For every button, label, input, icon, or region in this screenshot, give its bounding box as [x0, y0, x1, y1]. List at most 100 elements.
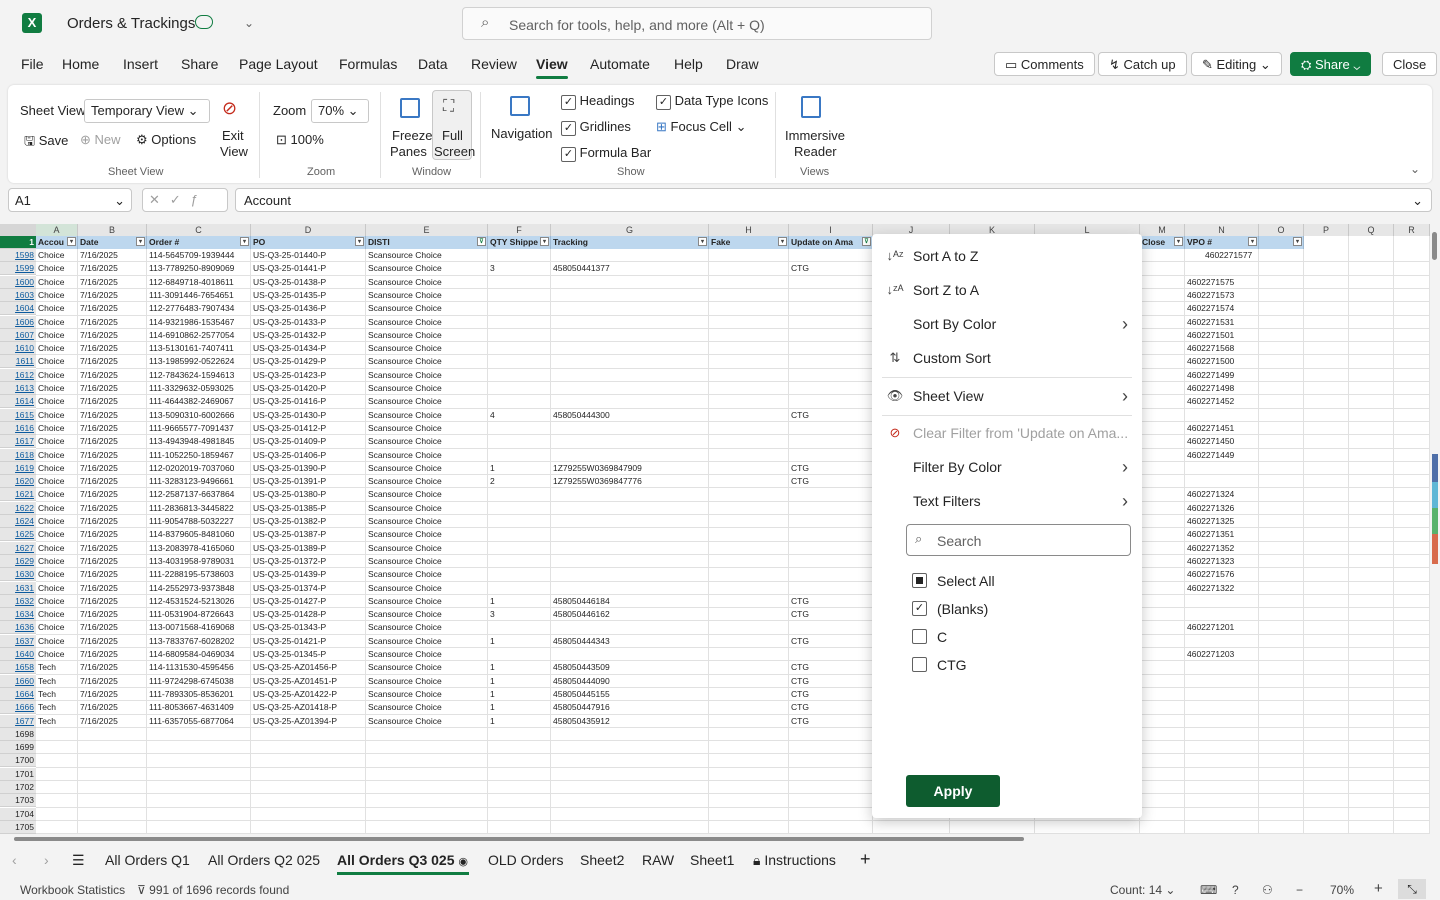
zoom-dropdown[interactable]: 70% ⌄: [311, 99, 369, 123]
row-header[interactable]: 1607: [0, 328, 36, 342]
cell-b[interactable]: 7/16/2025: [78, 276, 147, 289]
cell-a[interactable]: Choice: [36, 582, 78, 595]
cell-a[interactable]: Choice: [36, 342, 78, 355]
cell-b[interactable]: 7/16/2025: [78, 528, 147, 541]
cell-e[interactable]: Scansource Choice: [366, 608, 488, 621]
cell-n[interactable]: 4602271577: [1203, 249, 1277, 262]
cell-b[interactable]: 7/16/2025: [78, 462, 147, 475]
cell-c[interactable]: 113-5090310-6002666: [147, 409, 251, 422]
cell-n[interactable]: 4602271322: [1185, 582, 1259, 595]
column-header-o[interactable]: O: [1259, 224, 1304, 236]
freeze-panes-button[interactable]: Freeze: [392, 128, 432, 143]
cell-f[interactable]: 1: [488, 675, 551, 688]
tab-sheet2[interactable]: Sheet2: [580, 852, 624, 868]
cell-d[interactable]: US-Q3-25-01420-P: [251, 382, 366, 395]
row-header[interactable]: 1598: [0, 249, 36, 262]
row-header[interactable]: 1624: [0, 515, 36, 528]
custom-sort-item[interactable]: ⇅ Custom Sort: [872, 342, 1142, 374]
cell-n[interactable]: 4602271452: [1185, 395, 1259, 408]
cell-e[interactable]: Scansource Choice: [366, 635, 488, 648]
filter-dropdown-icon[interactable]: ▾: [355, 237, 364, 246]
cell-d[interactable]: US-Q3-25-01432-P: [251, 329, 366, 342]
cell-b[interactable]: 7/16/2025: [78, 568, 147, 581]
cell-b[interactable]: 7/16/2025: [78, 449, 147, 462]
cell-i[interactable]: CTG: [789, 688, 873, 701]
cell-b[interactable]: 7/16/2025: [78, 355, 147, 368]
editing-button[interactable]: ✎ Editing ⌄: [1191, 52, 1282, 76]
cell-c[interactable]: 112-2587137-6637864: [147, 488, 251, 501]
cell-i[interactable]: CTG: [789, 475, 873, 488]
cell-c[interactable]: 112-2776483-7907434: [147, 302, 251, 315]
cell-b[interactable]: 7/16/2025: [78, 342, 147, 355]
column-header-n[interactable]: N: [1185, 224, 1259, 236]
immersive-reader-button[interactable]: Immersive: [785, 128, 845, 143]
filter-dropdown-icon[interactable]: ▾: [698, 237, 707, 246]
apply-button[interactable]: Apply: [906, 775, 1000, 807]
options-button[interactable]: ⚙ Options: [136, 132, 196, 148]
cell-e[interactable]: Scansource Choice: [366, 621, 488, 634]
cell-d[interactable]: US-Q3-25-AZ01451-P: [251, 675, 366, 688]
cell-d[interactable]: US-Q3-25-01382-P: [251, 515, 366, 528]
cell-d[interactable]: US-Q3-25-AZ01422-P: [251, 688, 366, 701]
row-header[interactable]: 1617: [0, 435, 36, 449]
cell-c[interactable]: 114-1131530-4595456: [147, 661, 251, 674]
filter-dropdown-icon[interactable]: ▾: [1248, 237, 1257, 246]
cell-a[interactable]: Choice: [36, 502, 78, 515]
cell-a[interactable]: Choice: [36, 302, 78, 315]
cell-a[interactable]: Choice: [36, 515, 78, 528]
cell-a[interactable]: Choice: [36, 289, 78, 302]
header-cell-a[interactable]: Accou ▾: [36, 236, 78, 249]
cell-d[interactable]: US-Q3-25-AZ01418-P: [251, 701, 366, 714]
menu-file[interactable]: File: [21, 56, 44, 72]
cell-c[interactable]: 112-4531524-5213026: [147, 595, 251, 608]
cell-g[interactable]: 458050447916: [551, 701, 709, 714]
cell-c[interactable]: 114-5645709-1939444: [147, 249, 251, 262]
cell-c[interactable]: 112-7843624-1594613: [147, 369, 251, 382]
cell-f[interactable]: 1: [488, 661, 551, 674]
menu-home[interactable]: Home: [62, 56, 99, 72]
cell-b[interactable]: 7/16/2025: [78, 555, 147, 568]
cell-e[interactable]: Scansource Choice: [366, 661, 488, 674]
cell-c[interactable]: 112-0202019-7037060: [147, 462, 251, 475]
cell-g[interactable]: 458050443509: [551, 661, 709, 674]
zoom-in-icon[interactable]: +: [1374, 880, 1383, 897]
cell-a[interactable]: Choice: [36, 621, 78, 634]
zoom-out-icon[interactable]: −: [1296, 883, 1303, 897]
header-cell-e[interactable]: DISTI ⊽: [366, 236, 488, 249]
help-icon[interactable]: ?: [1232, 883, 1239, 897]
cell-b[interactable]: 7/16/2025: [78, 329, 147, 342]
header-cell-i[interactable]: Update on Ama ⊽: [789, 236, 873, 249]
cell-c[interactable]: 111-9665577-7091437: [147, 422, 251, 435]
cell-c[interactable]: 113-2083978-4165060: [147, 542, 251, 555]
column-header-g[interactable]: G: [551, 224, 709, 236]
document-title[interactable]: Orders & Trackings: [67, 15, 195, 32]
header-cell-o[interactable]: ▾: [1259, 236, 1304, 249]
column-header-q[interactable]: Q: [1349, 224, 1394, 236]
cell-i[interactable]: CTG: [789, 595, 873, 608]
cell-a[interactable]: Choice: [36, 435, 78, 448]
cell-c[interactable]: 111-3329632-0593025: [147, 382, 251, 395]
row-header[interactable]: 1704: [0, 807, 36, 821]
column-header-c[interactable]: C: [147, 224, 251, 236]
row-header[interactable]: 1616: [0, 421, 36, 435]
cell-f[interactable]: 2: [488, 475, 551, 488]
cell-f[interactable]: 3: [488, 608, 551, 621]
row-header[interactable]: 1611: [0, 355, 36, 369]
menu-share[interactable]: Share: [181, 56, 218, 72]
cell-b[interactable]: 7/16/2025: [78, 648, 147, 661]
row-header[interactable]: 1603: [0, 288, 36, 302]
cell-i[interactable]: CTG: [789, 715, 873, 728]
cell-b[interactable]: 7/16/2025: [78, 715, 147, 728]
cell-d[interactable]: US-Q3-25-01438-P: [251, 276, 366, 289]
cell-i[interactable]: CTG: [789, 635, 873, 648]
row-header[interactable]: 1699: [0, 741, 36, 755]
row-header[interactable]: 1613: [0, 382, 36, 395]
cell-b[interactable]: 7/16/2025: [78, 595, 147, 608]
zoom-100-button[interactable]: ⊡ 100%: [276, 132, 324, 148]
row-header[interactable]: 1701: [0, 767, 36, 781]
clear-filter-item[interactable]: ⊘ Clear Filter from 'Update on Ama...: [872, 417, 1142, 449]
cell-b[interactable]: 7/16/2025: [78, 608, 147, 621]
cell-b[interactable]: 7/16/2025: [78, 475, 147, 488]
cell-e[interactable]: Scansource Choice: [366, 355, 488, 368]
row-header[interactable]: 1634: [0, 608, 36, 622]
